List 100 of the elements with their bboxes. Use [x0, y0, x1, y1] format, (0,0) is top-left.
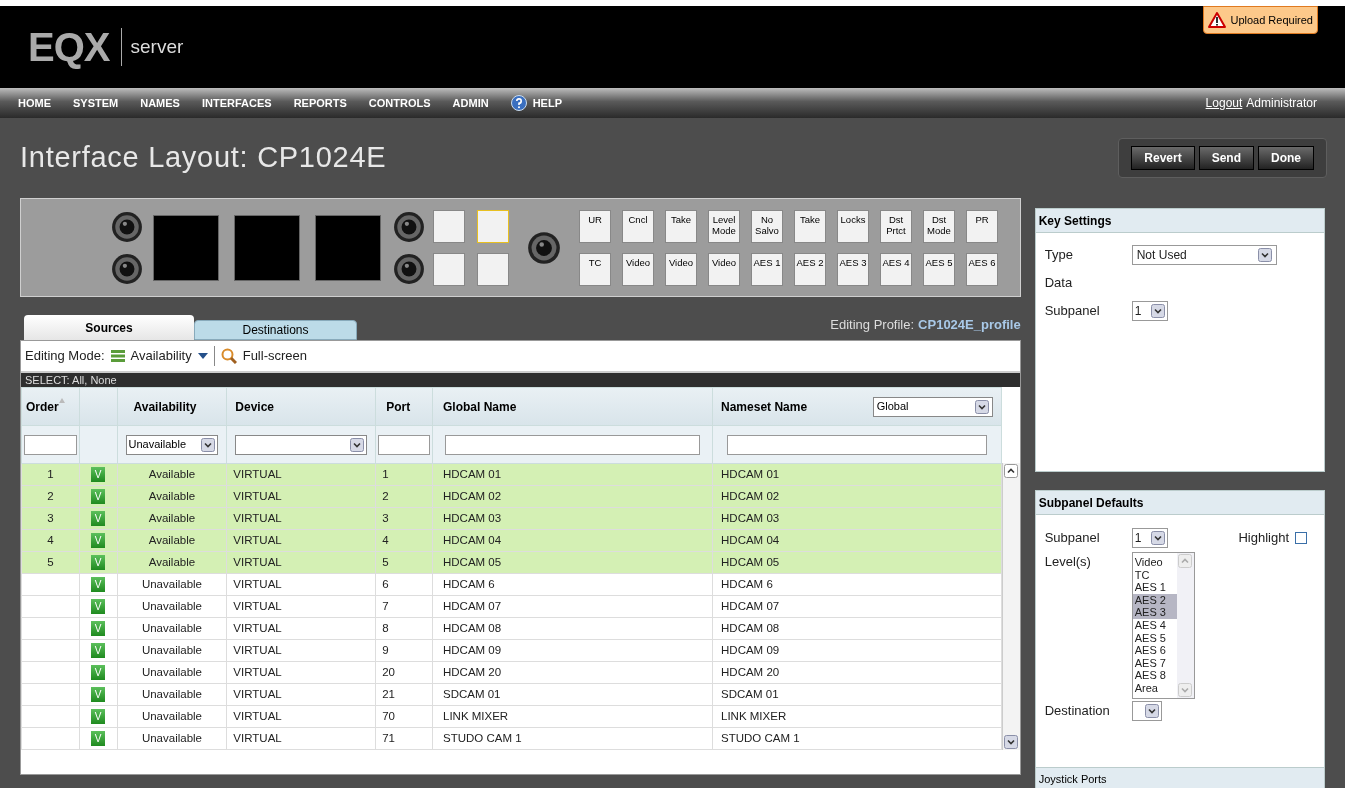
panel-key[interactable]: PR: [966, 209, 998, 243]
level-option[interactable]: AES 2: [1132, 593, 1177, 607]
panel-key[interactable]: AES 5: [923, 252, 955, 286]
action-button[interactable]: Revert: [1131, 146, 1195, 170]
mode-dropdown[interactable]: Availability: [130, 346, 208, 366]
panel-key[interactable]: TC: [579, 252, 611, 286]
nav-link[interactable]: SYSTEM: [73, 94, 119, 112]
column-header[interactable]: Global Name: [443, 399, 517, 414]
column-header[interactable]: Nameset Name: [721, 397, 808, 416]
level-option[interactable]: AES 1: [1132, 581, 1177, 594]
level-option[interactable]: Video: [1132, 556, 1177, 569]
table-row[interactable]: 1 V Available VIRTUAL 1 HDCAM 01 HDCAM 01: [21, 463, 1002, 486]
table-cell: VIRTUAL: [233, 577, 282, 590]
nav-link[interactable]: NAMES: [140, 94, 180, 112]
table-cell: HDCAM 20: [443, 665, 502, 678]
level-option[interactable]: Area: [1132, 681, 1177, 695]
table-cell: STUDO CAM 1: [443, 731, 522, 744]
panel-key[interactable]: AES 2: [794, 252, 826, 286]
table-row[interactable]: V Unavailable VIRTUAL 71 STUDO CAM 1 STUDO CAM 1: [21, 727, 1002, 750]
type-select[interactable]: Not Used: [1131, 245, 1277, 265]
availability-badge: V: [91, 664, 106, 680]
table-cell: Unavailable: [141, 621, 202, 634]
action-button[interactable]: Done: [1258, 146, 1314, 170]
field-label: Subpanel: [1044, 301, 1101, 320]
table-cell: HDCAM 07: [443, 599, 502, 612]
table-row[interactable]: V Unavailable VIRTUAL 8 HDCAM 08 HDCAM 08: [21, 617, 1002, 640]
panel-key[interactable]: Level Mode: [708, 209, 740, 243]
table-cell: HDCAM 03: [443, 511, 502, 524]
availability-badge: V: [91, 598, 106, 614]
editing-mode-label: Editing Mode:: [25, 347, 105, 366]
table-row[interactable]: V Unavailable VIRTUAL 6 HDCAM 6 HDCAM 6: [21, 573, 1002, 596]
panel-key[interactable]: AES 3: [837, 252, 869, 286]
blank-key[interactable]: [477, 209, 509, 243]
level-option[interactable]: AES 4: [1132, 618, 1177, 632]
nameset-select[interactable]: Global: [872, 396, 993, 417]
logout-link[interactable]: Logout: [1205, 94, 1243, 112]
display-screen: [234, 214, 300, 281]
level-option[interactable]: AES 3: [1132, 606, 1177, 619]
table-cell: HDCAM 02: [721, 489, 780, 502]
blank-key[interactable]: [433, 209, 465, 243]
tab[interactable]: Destinations: [194, 320, 357, 340]
level-option[interactable]: AES 5: [1132, 631, 1177, 645]
panel-key[interactable]: Dst Mode: [923, 209, 955, 243]
level-option[interactable]: AES 6: [1132, 644, 1177, 657]
blank-key[interactable]: [433, 252, 465, 286]
column-header[interactable]: Device: [235, 399, 275, 414]
panel-footer[interactable]: Joystick Ports: [1035, 767, 1324, 788]
table-row[interactable]: V Unavailable VIRTUAL 70 LINK MIXER LINK MIXER: [21, 705, 1002, 728]
action-button[interactable]: Send: [1198, 146, 1254, 170]
table-row[interactable]: 4 V Available VIRTUAL 4 HDCAM 04 HDCAM 04: [21, 529, 1002, 552]
destination-select[interactable]: [1131, 700, 1162, 721]
nav-link[interactable]: REPORTS: [293, 94, 347, 112]
panel-key[interactable]: Take: [794, 209, 826, 243]
nav-link[interactable]: INTERFACES: [201, 94, 272, 112]
table-row[interactable]: V Unavailable VIRTUAL 21 SDCAM 01 SDCAM 01: [21, 683, 1002, 706]
table-cell: Unavailable: [141, 687, 202, 700]
level-option[interactable]: AES 8: [1132, 669, 1177, 682]
nav-link[interactable]: HELP: [532, 94, 562, 112]
table-row[interactable]: 5 V Available VIRTUAL 5 HDCAM 05 HDCAM 05: [21, 551, 1002, 574]
nav-link[interactable]: ADMIN: [452, 94, 489, 112]
table-cell: Unavailable: [141, 599, 202, 612]
scroll-up-icon[interactable]: [1004, 464, 1019, 478]
availability-filter[interactable]: Unavailable: [125, 434, 219, 455]
panel-key[interactable]: AES 6: [966, 252, 998, 286]
panel-key[interactable]: Video: [622, 252, 654, 286]
nav-link[interactable]: CONTROLS: [368, 94, 431, 112]
nav-link[interactable]: HOME: [18, 94, 51, 112]
panel-key[interactable]: No Salvo: [751, 209, 783, 243]
panel-key[interactable]: AES 4: [880, 252, 912, 286]
column-header[interactable]: Port: [386, 399, 411, 414]
panel-key[interactable]: Video: [708, 252, 740, 286]
tab[interactable]: Sources: [24, 315, 194, 340]
table-row[interactable]: 3 V Available VIRTUAL 3 HDCAM 03 HDCAM 03: [21, 507, 1002, 530]
table-row[interactable]: V Unavailable VIRTUAL 9 HDCAM 09 HDCAM 09: [21, 639, 1002, 662]
levels-list[interactable]: Video TC AES 1 AES 2 AES 3 AES 4 AES 5 AES 6 AES 7 AES 8 Area: [1131, 552, 1195, 699]
panel-key[interactable]: Cncl: [622, 209, 654, 243]
device-filter[interactable]: [235, 434, 368, 455]
blank-key[interactable]: [477, 252, 509, 286]
panel-key[interactable]: UR: [579, 209, 611, 243]
level-option[interactable]: TC: [1132, 568, 1177, 582]
fullscreen-button[interactable]: Full-screen: [242, 346, 307, 366]
filter-field[interactable]: [727, 434, 987, 455]
subpanel-select[interactable]: 1: [1131, 528, 1168, 548]
upload-alert[interactable]: Upload Required: [1203, 6, 1318, 34]
table-row[interactable]: 2 V Available VIRTUAL 2 HDCAM 02 HDCAM 02: [21, 485, 1002, 508]
scroll-down-icon[interactable]: [1178, 682, 1193, 697]
level-option[interactable]: AES 7: [1132, 656, 1177, 670]
panel-key[interactable]: Locks: [837, 209, 869, 243]
panel-key[interactable]: Dst Prtct: [880, 209, 912, 243]
table-row[interactable]: V Unavailable VIRTUAL 20 HDCAM 20 HDCAM 20: [21, 661, 1002, 684]
filter-field[interactable]: [24, 434, 77, 455]
table-row[interactable]: V Unavailable VIRTUAL 7 HDCAM 07 HDCAM 07: [21, 595, 1002, 618]
subpanel-select[interactable]: 1: [1131, 300, 1168, 321]
filter-field[interactable]: [445, 434, 701, 455]
highlight-checkbox[interactable]: [1295, 532, 1307, 544]
panel-key[interactable]: Take: [665, 209, 697, 243]
filter-field[interactable]: [378, 434, 430, 455]
panel-key[interactable]: AES 1: [751, 252, 783, 286]
table-cell: HDCAM 6: [443, 577, 495, 590]
panel-key[interactable]: Video: [665, 252, 697, 286]
